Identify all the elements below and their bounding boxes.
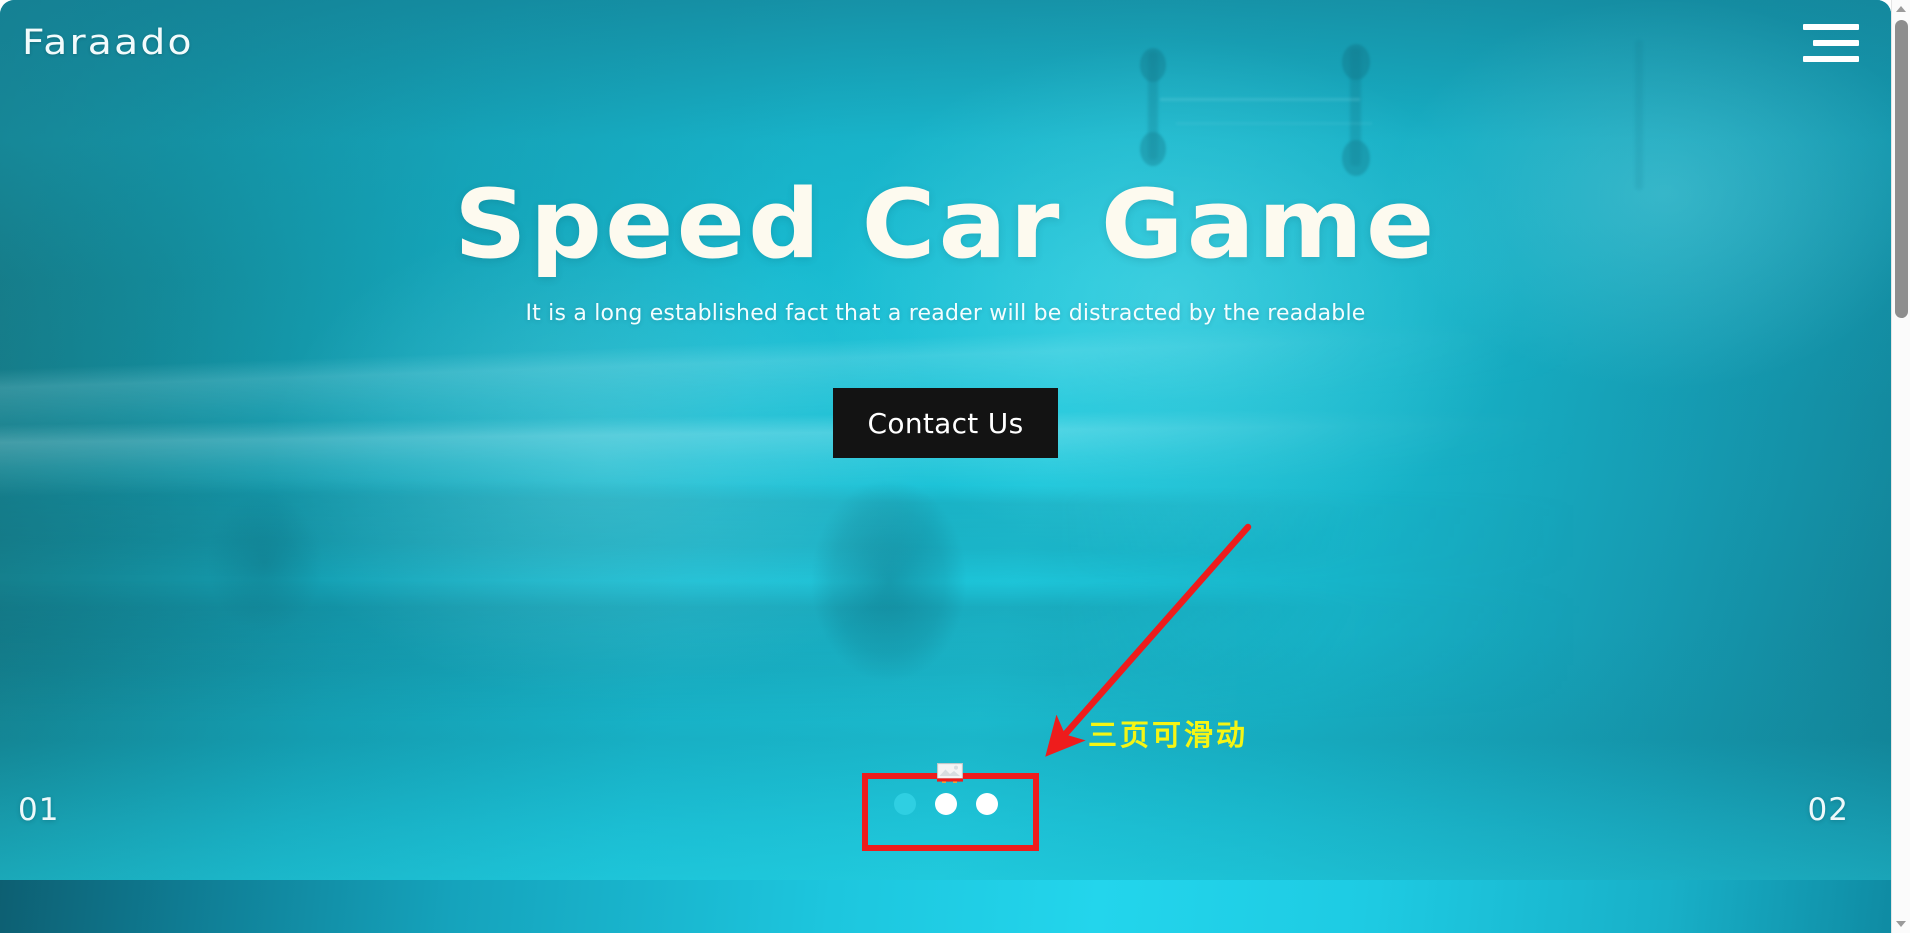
scrollbar-track[interactable] (1892, 18, 1910, 915)
contact-us-button[interactable]: Contact Us (833, 388, 1058, 458)
hamburger-icon[interactable] (1803, 24, 1859, 62)
hero-section: Faraado Speed Car Game It is a long esta… (0, 0, 1891, 880)
pagination-dot-1[interactable] (893, 793, 916, 815)
hamburger-bar-bottom (1803, 56, 1859, 62)
scrollbar-thumb[interactable] (1895, 20, 1908, 318)
scroll-up-arrow-icon[interactable] (1892, 0, 1910, 18)
page-scrollbar[interactable] (1891, 0, 1910, 933)
browser-viewport: Faraado Speed Car Game It is a long esta… (0, 0, 1910, 933)
pagination-dot-3[interactable] (975, 793, 998, 815)
next-section-peek (0, 880, 1891, 933)
site-header: Faraado (0, 0, 1891, 86)
scroll-down-arrow-icon[interactable] (1892, 915, 1910, 933)
site-logo[interactable]: Faraado (22, 23, 194, 63)
hamburger-bar-top (1803, 24, 1859, 30)
pagination-dot-2[interactable] (934, 793, 957, 815)
hamburger-bar-middle (1813, 40, 1859, 46)
slide-counter-total[interactable]: 02 (1808, 792, 1849, 828)
page-content: Faraado Speed Car Game It is a long esta… (0, 0, 1891, 933)
slide-counter-current[interactable]: 01 (18, 792, 59, 828)
carousel-pagination[interactable] (893, 793, 998, 815)
